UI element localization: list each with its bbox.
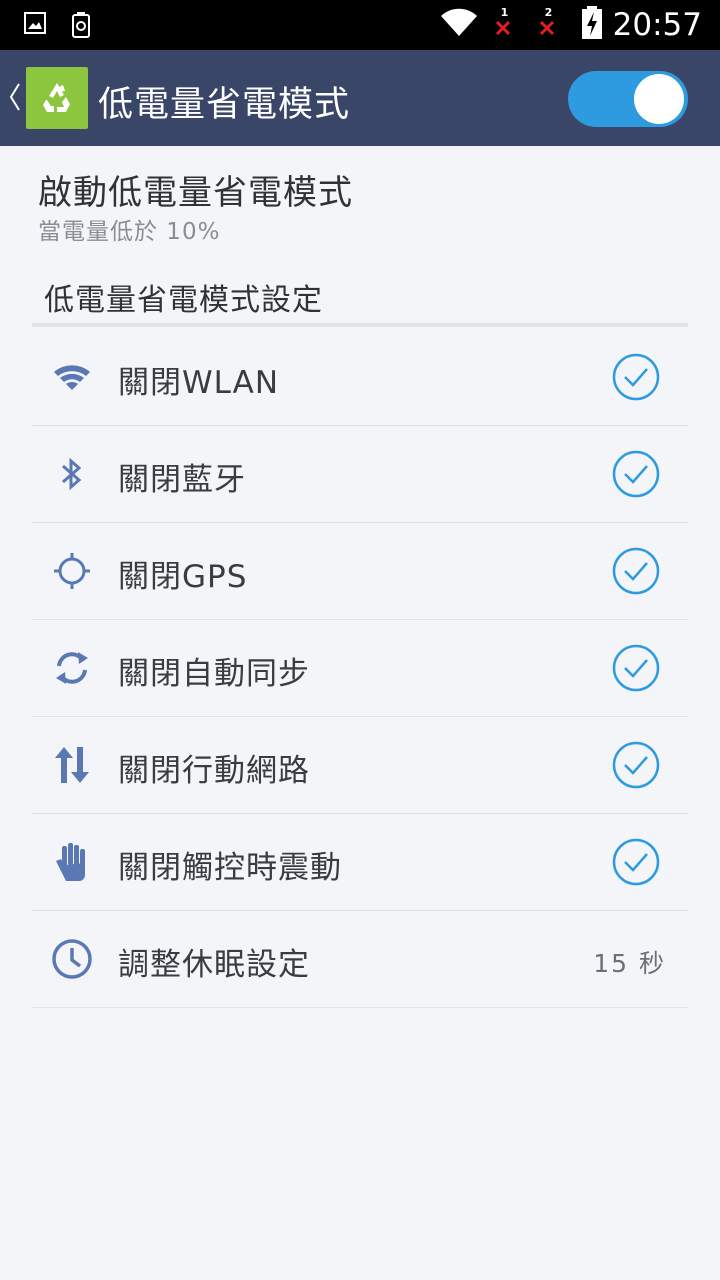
gallery-notification-icon: [24, 12, 46, 42]
section-title: 低電量省電模式設定: [44, 283, 323, 318]
setting-row-bluetooth[interactable]: 關閉藍牙: [32, 426, 688, 523]
settings-list: 關閉WLAN 關閉藍牙 關閉GPS 關閉自動同步 關閉行動網路 關閉觸控時震動 …: [32, 329, 688, 1008]
app-header: 低電量省電模式: [0, 50, 720, 146]
checkmark-circle-icon[interactable]: [612, 741, 660, 793]
gps-icon: [50, 549, 94, 593]
checkmark-circle-icon[interactable]: [612, 450, 660, 502]
checkmark-circle-icon[interactable]: [612, 838, 660, 890]
status-bar: 1 2 20:57: [0, 0, 720, 50]
setting-row-gps[interactable]: 關閉GPS: [32, 523, 688, 620]
checkmark-circle-icon[interactable]: [612, 644, 660, 696]
setting-label: 關閉自動同步: [118, 656, 310, 692]
cleaner-notification-icon: [72, 12, 90, 42]
recycle-app-icon: [26, 67, 88, 129]
setting-row-wlan[interactable]: 關閉WLAN: [32, 329, 688, 426]
wifi-signal-icon: [439, 8, 479, 42]
checkmark-circle-icon[interactable]: [612, 547, 660, 599]
battery-charging-icon: [581, 6, 603, 44]
checkmark-circle-icon[interactable]: [612, 353, 660, 405]
setting-label: 調整休眠設定: [118, 947, 310, 983]
sleep-value: 15 秒: [593, 949, 666, 978]
mobile-data-icon: [50, 743, 94, 787]
sim1-status: 1: [489, 0, 523, 50]
enable-title[interactable]: 啟動低電量省電模式: [38, 165, 353, 214]
setting-row-touch-vibration[interactable]: 關閉觸控時震動: [32, 814, 688, 911]
sync-icon: [50, 646, 94, 690]
bluetooth-icon: [50, 452, 94, 496]
setting-label: 關閉GPS: [118, 559, 248, 595]
section-divider: [32, 323, 688, 327]
back-chevron-icon[interactable]: [8, 80, 22, 118]
no-signal-icon: [495, 20, 510, 36]
hand-icon: [50, 840, 94, 884]
sim2-status: 2: [533, 0, 567, 50]
enable-subtitle: 當電量低於 10%: [38, 219, 221, 245]
setting-row-sleep[interactable]: 調整休眠設定 15 秒: [32, 911, 688, 1008]
setting-label: 關閉WLAN: [118, 365, 280, 401]
toggle-knob: [634, 74, 684, 124]
clock-icon: [50, 937, 94, 981]
setting-label: 關閉觸控時震動: [118, 850, 342, 886]
setting-row-auto-sync[interactable]: 關閉自動同步: [32, 620, 688, 717]
clock-time: 20:57: [612, 7, 702, 43]
power-saving-toggle[interactable]: [568, 71, 688, 127]
wifi-icon: [50, 355, 94, 399]
sim1-label: 1: [500, 6, 509, 19]
sim2-label: 2: [544, 6, 553, 19]
setting-row-mobile-data[interactable]: 關閉行動網路: [32, 717, 688, 814]
page-title: 低電量省電模式: [98, 85, 351, 125]
setting-label: 關閉藍牙: [118, 462, 246, 498]
setting-label: 關閉行動網路: [118, 753, 310, 789]
no-signal-icon: [539, 20, 554, 36]
